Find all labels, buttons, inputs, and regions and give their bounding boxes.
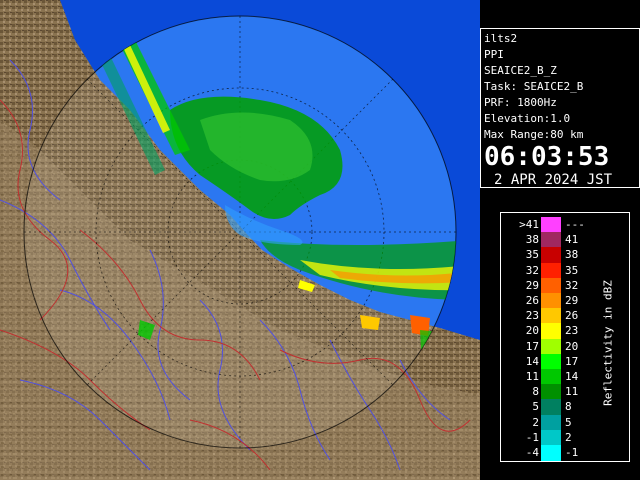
legend-row: 32 35 <box>501 262 601 279</box>
legend-row: 23 26 <box>501 308 601 324</box>
legend-swatch <box>541 384 561 400</box>
legend-swatch <box>541 323 561 339</box>
legend-high-value: 38 <box>565 248 579 262</box>
legend-low-value: 26 <box>525 294 539 307</box>
legend-low-value: 5 <box>532 400 539 414</box>
legend-swatch <box>541 232 561 248</box>
legend-high-value: 26 <box>565 309 579 323</box>
legend-row: -4 -1 <box>501 445 601 461</box>
legend-swatch <box>541 293 561 309</box>
radar-map <box>0 0 480 480</box>
legend-high-value: 35 <box>565 263 579 277</box>
elevation-value: Elevation:1.0 <box>484 112 571 125</box>
legend-low-value: 29 <box>525 278 539 292</box>
legend-high-value: 8 <box>565 400 572 414</box>
legend-low-value: -1 <box>525 430 539 444</box>
legend-low-value: 35 <box>525 248 539 262</box>
legend-high-value: 5 <box>565 415 572 429</box>
scan-type: PPI <box>484 48 504 61</box>
legend-high-value: 23 <box>565 324 579 338</box>
legend-swatch <box>541 277 561 294</box>
legend-high-value: 11 <box>565 385 579 399</box>
legend-row: 26 29 <box>501 293 601 309</box>
legend-swatch <box>541 338 561 355</box>
legend-high-value: 2 <box>565 430 572 444</box>
legend-high-value: -1 <box>565 446 579 459</box>
legend-swatch <box>541 369 561 385</box>
legend-low-value: 2 <box>532 415 539 429</box>
legend-row: 38 41 <box>501 232 601 248</box>
legend-low-value: 20 <box>525 324 539 338</box>
legend-high-value: 29 <box>565 294 579 307</box>
legend-row: 14 17 <box>501 353 601 370</box>
legend-swatch <box>541 429 561 446</box>
legend-row: 35 38 <box>501 247 601 263</box>
legend-low-value: 32 <box>525 263 539 277</box>
legend-unit: Reflectivity in dBZ <box>597 268 619 418</box>
legend-high-value: 32 <box>565 278 579 292</box>
scan-date: 2 APR 2024 JST <box>494 172 613 188</box>
legend-swatch <box>541 445 561 461</box>
legend-low-value: 8 <box>532 385 539 399</box>
legend-unit-label: Reflectivity in dBZ <box>601 280 615 406</box>
legend-low-value: >41 <box>519 218 539 231</box>
legend-low-value: 11 <box>525 370 539 383</box>
legend-row: 8 11 <box>501 384 601 400</box>
legend-high-value: 41 <box>565 233 579 247</box>
legend-row: 17 20 <box>501 338 601 355</box>
legend-swatch <box>541 262 561 279</box>
legend-low-value: 17 <box>525 339 539 353</box>
legend-row: 29 32 <box>501 277 601 294</box>
product-name: SEAICE2_B_Z <box>484 64 557 77</box>
task-name: Task: SEAICE2_B <box>484 80 584 93</box>
color-legend: >41 --- 38 41 35 38 32 35 29 32 26 29 23 26 20 23 17 20 14… <box>500 212 630 462</box>
legend-low-value: 23 <box>525 309 539 323</box>
legend-row: 20 23 <box>501 323 601 339</box>
legend-low-value: -4 <box>525 446 539 459</box>
legend-row: 11 14 <box>501 369 601 385</box>
legend-swatch <box>541 414 561 431</box>
prf-value: PRF: 1800Hz <box>484 96 557 109</box>
legend-high-value: 14 <box>565 370 579 383</box>
legend-swatch <box>541 353 561 370</box>
legend-swatch <box>541 399 561 415</box>
radar-name: ilts2 <box>484 32 518 45</box>
legend-swatch <box>541 217 561 233</box>
legend-row: -1 2 <box>501 429 601 446</box>
scan-time: 06:03:53 <box>484 142 610 172</box>
legend-low-value: 14 <box>525 354 539 368</box>
legend-row: 25 <box>501 414 601 431</box>
scan-info-panel: ilts2 PPI SEAICE2_B_Z Task: SEAICE2_B PR… <box>480 28 640 188</box>
legend-row: >41 --- <box>501 217 601 233</box>
legend-swatch <box>541 308 561 324</box>
legend-high-value: 17 <box>565 354 579 368</box>
legend-swatch <box>541 247 561 263</box>
legend-high-value: 20 <box>565 339 579 353</box>
legend-high-value: --- <box>565 218 585 231</box>
max-range-value: Max Range:80 km <box>484 128 584 141</box>
legend-low-value: 38 <box>525 233 539 247</box>
legend-row: 58 <box>501 399 601 415</box>
